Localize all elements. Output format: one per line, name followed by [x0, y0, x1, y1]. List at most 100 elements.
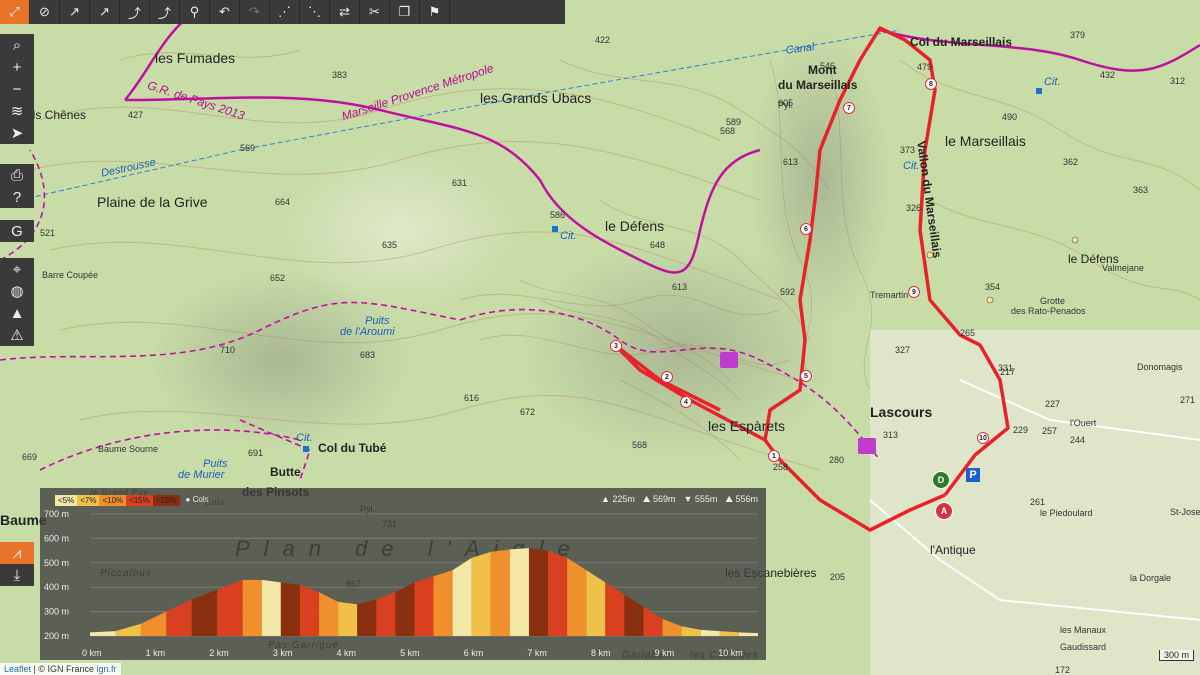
waypoint-marker[interactable]: 1: [768, 450, 780, 462]
reverse-icon[interactable]: ⇄: [330, 0, 360, 24]
split-icon[interactable]: ⋱: [300, 0, 330, 24]
elevation-segment: [166, 599, 192, 636]
layers-icon[interactable]: ≋: [0, 100, 34, 122]
redo-icon[interactable]: ↷: [240, 0, 270, 24]
print-icon[interactable]: ⎙: [0, 164, 34, 186]
place-label: Baume Sourne: [98, 444, 159, 454]
elevation-label: 312: [1170, 76, 1186, 86]
hide-route-icon[interactable]: ⊘: [30, 0, 60, 24]
help-icon[interactable]: ?: [0, 186, 34, 208]
bike-route-icon[interactable]: ⚲: [180, 0, 210, 24]
waypoint-marker[interactable]: 8: [925, 78, 937, 90]
elevation-label: 683: [360, 350, 376, 360]
elevation-label: 672: [520, 407, 536, 417]
waypoint-marker[interactable]: 9: [908, 286, 920, 298]
elevation-segment: [681, 626, 701, 636]
undo-icon[interactable]: ↶: [210, 0, 240, 24]
waypoint-marker[interactable]: 5: [800, 370, 812, 382]
x-tick-label: 7 km: [527, 648, 547, 658]
elevation-segment: [567, 557, 587, 636]
elevation-label: 586: [550, 210, 566, 220]
elevation-label: 363: [1133, 185, 1149, 195]
elevation-label: 635: [382, 240, 398, 250]
place-label: Col du Tubé: [318, 441, 387, 455]
hike-route-icon[interactable]: ⤴: [150, 0, 180, 24]
elevation-segment: [509, 548, 529, 636]
elevation-label: 379: [1070, 30, 1086, 40]
elevation-segment: [586, 570, 606, 636]
elevation-label: 613: [783, 157, 799, 167]
place-label: Barre Coupée: [42, 270, 99, 280]
draw-path-icon[interactable]: ↗: [90, 0, 120, 24]
elevation-segment: [395, 582, 415, 636]
elevation-label: 313: [883, 430, 899, 440]
place-label: le Défens: [605, 218, 665, 234]
download-icon[interactable]: ⤓: [0, 564, 34, 586]
locate-icon[interactable]: ➤: [0, 122, 34, 144]
waypoint-marker[interactable]: 4: [680, 396, 692, 408]
leaflet-link[interactable]: Leaflet: [4, 664, 31, 674]
globe-icon[interactable]: ◍: [0, 280, 34, 302]
place-label: des Rato-Penados: [1011, 306, 1086, 316]
elevation-segment: [605, 582, 625, 636]
elevation-segment: [115, 623, 141, 636]
waypoint-marker[interactable]: 7: [843, 102, 855, 114]
place-marker-icon[interactable]: ⚑: [420, 0, 450, 24]
attribution: Leaflet | © IGN France ign.fr: [0, 663, 121, 675]
start-marker[interactable]: A: [935, 502, 953, 520]
waypoint-marker[interactable]: 3: [610, 340, 622, 352]
y-tick-label: 700 m: [44, 509, 69, 519]
waypoint-marker[interactable]: 6: [800, 223, 812, 235]
elevation-segment: [528, 548, 549, 636]
place-label: le Marseillais: [945, 133, 1026, 149]
elevation-label: 257: [1042, 426, 1058, 436]
waypoint-marker[interactable]: 2: [661, 371, 673, 383]
print-help-controls: ⎙?: [0, 164, 34, 208]
elevation-label: 383: [332, 70, 348, 80]
place-label: les Fumades: [155, 50, 236, 66]
elevation-label: 652: [270, 273, 286, 283]
elevation-segment: [242, 579, 262, 636]
draw-line-icon[interactable]: ↗: [60, 0, 90, 24]
place-label: le Piedoulard: [1040, 508, 1093, 518]
elevation-segment: [471, 551, 491, 636]
elevation-label: 229: [1013, 425, 1029, 435]
elevation-segment: [319, 592, 339, 636]
place-label: Lascours: [870, 404, 933, 420]
x-tick-label: 6 km: [464, 648, 484, 658]
search-icon[interactable]: ⌕: [0, 34, 34, 56]
copy-icon[interactable]: ❐: [390, 0, 420, 24]
draw-route-icon[interactable]: ⤴: [120, 0, 150, 24]
edit-points-icon[interactable]: ⋰: [270, 0, 300, 24]
elevation-segment: [299, 584, 320, 636]
google-icon[interactable]: G: [0, 220, 34, 242]
hiker-icon[interactable]: ⚠: [0, 324, 34, 346]
elevation-label: 205: [830, 572, 846, 582]
place-label: les Grands Ubacs: [480, 90, 592, 106]
x-tick-label: 8 km: [591, 648, 611, 658]
elevation-segment: [433, 570, 453, 636]
profile-controls: ⩘ ⤓: [0, 542, 34, 586]
elevation-chart[interactable]: 700 m 600 m 500 m 400 m 300 m 200 m 0 km 1 km 2 …: [40, 488, 766, 660]
place-label: de l'Aroumi: [340, 326, 395, 338]
trail-label: Cit.: [1044, 76, 1061, 88]
place-label: Tremartin: [870, 290, 909, 300]
crosshair-icon[interactable]: ⌖: [0, 258, 34, 280]
place-label: St-Josep: [1170, 507, 1200, 517]
zoom-in-icon[interactable]: +: [0, 56, 34, 78]
elevation-chart-icon[interactable]: ⩘: [0, 542, 34, 564]
fullscreen-icon[interactable]: ⤢: [0, 0, 30, 24]
place-label: Donomagis: [1137, 362, 1183, 372]
elevation-label: 172: [1055, 665, 1071, 675]
elevation-profile-panel[interactable]: <5% <7% <10% <15% >15% ● Cols ▲ 225m ⛰ 569m ▼ 5…: [40, 488, 766, 661]
x-tick-label: 0 km: [82, 648, 102, 658]
elevation-label: 479: [917, 62, 933, 72]
elevation-label: 271: [1180, 395, 1196, 405]
waypoint-marker[interactable]: 10: [977, 432, 989, 444]
zoom-out-icon[interactable]: −: [0, 78, 34, 100]
elevation-label: 258: [773, 462, 789, 472]
cut-icon[interactable]: ✂: [360, 0, 390, 24]
ign-link[interactable]: ign.fr: [97, 664, 117, 674]
mountain-icon[interactable]: ▲: [0, 302, 34, 324]
end-marker[interactable]: D: [932, 471, 950, 489]
